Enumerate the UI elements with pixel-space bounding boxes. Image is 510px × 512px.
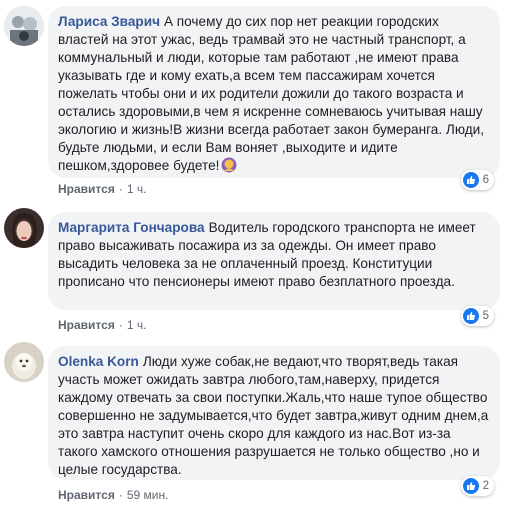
comment-meta: Нравится · 1 ч. xyxy=(58,318,146,332)
avatar-image xyxy=(4,6,44,46)
comment-meta: Нравится · 59 мин. xyxy=(58,488,168,502)
comment-timestamp[interactable]: 1 ч. xyxy=(127,318,147,332)
reaction-counter[interactable]: 5 xyxy=(460,306,494,326)
avatar-image xyxy=(4,208,44,248)
thumbs-up-icon xyxy=(462,478,479,494)
comment-text: Люди хуже собак,не ведают,что творят,вед… xyxy=(58,354,489,477)
comment-timestamp[interactable]: 1 ч. xyxy=(127,182,147,196)
like-link[interactable]: Нравится xyxy=(58,182,115,196)
comment-bubble: Лариса Зварич А почему до сих пор нет реа… xyxy=(48,6,500,178)
avatar[interactable] xyxy=(4,6,44,46)
comment-author[interactable]: Лариса Зварич xyxy=(58,14,160,29)
comment-text: А почему до сих пор нет реакции городски… xyxy=(58,14,485,173)
comment-bubble: Маргарита Гончарова Водитель городского т… xyxy=(48,212,500,310)
separator-dot: · xyxy=(118,488,123,502)
reaction-counter[interactable]: 6 xyxy=(460,170,494,190)
thumbs-up-icon xyxy=(462,308,479,324)
reaction-count: 5 xyxy=(482,310,489,322)
reaction-count: 6 xyxy=(482,174,489,186)
separator-dot: · xyxy=(118,318,123,332)
comment-author[interactable]: Маргарита Гончарова xyxy=(58,220,205,235)
avatar[interactable] xyxy=(4,342,44,382)
separator-dot: · xyxy=(118,182,123,196)
comment-author[interactable]: Olenka Korn xyxy=(58,354,139,369)
woman-gesture-emoji-icon xyxy=(221,157,237,173)
avatar-image xyxy=(4,342,44,382)
comment-timestamp[interactable]: 59 мин. xyxy=(127,488,169,502)
like-link[interactable]: Нравится xyxy=(58,318,115,332)
comment-bubble: Olenka Korn Люди хуже собак,не ведают,что… xyxy=(48,346,500,480)
like-link[interactable]: Нравится xyxy=(58,488,115,502)
comment-meta: Нравится · 1 ч. xyxy=(58,182,146,196)
thumbs-up-icon xyxy=(462,172,479,188)
reaction-counter[interactable]: 2 xyxy=(460,476,494,496)
reaction-count: 2 xyxy=(482,480,489,492)
avatar[interactable] xyxy=(4,208,44,248)
